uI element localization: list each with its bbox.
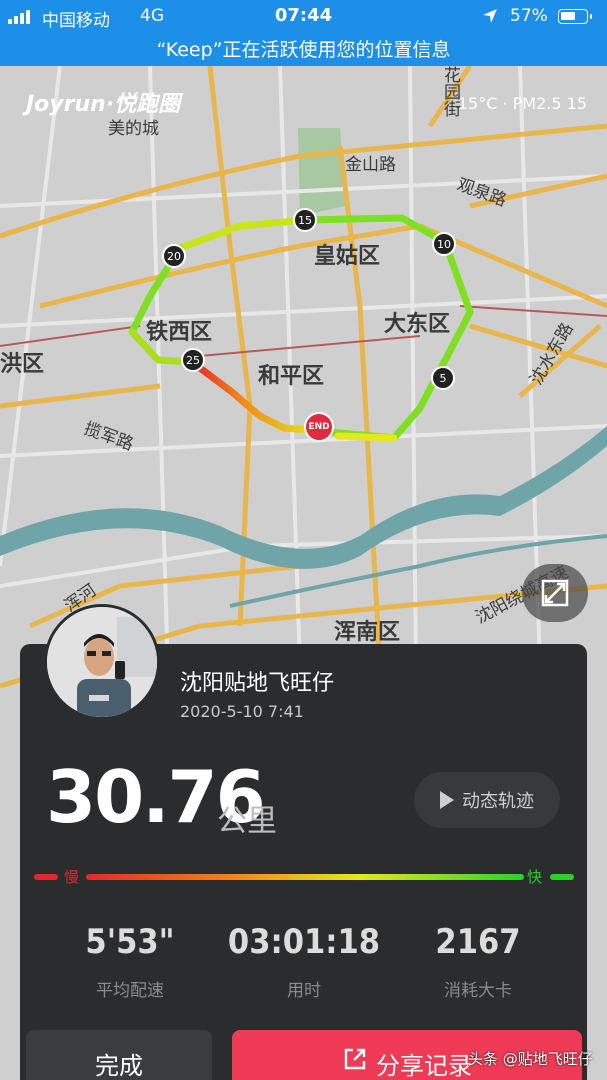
calories-label: 消耗大卡 [444, 981, 512, 1001]
route-end-marker: END [304, 412, 334, 442]
map-label-meide: 美的城 [108, 119, 159, 139]
done-button[interactable]: 完成 [26, 1030, 212, 1080]
km-marker-25: 25 [181, 348, 205, 372]
run-datetime: 2020-5-10 7:41 [180, 702, 304, 721]
map-label-hong: 洪区 [0, 352, 45, 377]
stat-calories: 2167 消耗大卡 [388, 922, 568, 1001]
fullscreen-button[interactable] [522, 564, 588, 622]
speed-slow-label: 慢 [64, 868, 80, 886]
location-banner[interactable]: “Keep”正在活跃使用您的位置信息 [0, 35, 607, 62]
km-marker-20: 20 [162, 244, 186, 268]
battery-percent: 57% [510, 6, 548, 26]
duration-label: 用时 [287, 981, 321, 1001]
expand-icon [541, 579, 569, 607]
pace-value: 5'53" [85, 922, 175, 962]
play-icon [440, 791, 454, 809]
map-label-huayuan: 花园街 [440, 66, 460, 117]
status-bar: 中国移动 4G 07:44 57% “Keep”正在活跃使用您的位置信息 [0, 0, 607, 66]
map-label-dadong: 大东区 [384, 312, 451, 337]
calories-value: 2167 [435, 922, 521, 962]
map-label-hunnan: 浑南区 [334, 620, 401, 645]
speed-fast-label: 快 [527, 868, 543, 886]
location-arrow-icon [483, 9, 497, 23]
map-label-tiexi: 铁西区 [146, 320, 213, 345]
stat-duration: 03:01:18 用时 [214, 922, 394, 1001]
km-marker-10: 10 [432, 232, 456, 256]
km-marker-15: 15 [293, 208, 317, 232]
pace-label: 平均配速 [96, 981, 164, 1001]
username: 沈阳贴地飞旺仔 [180, 671, 335, 696]
share-label: 分享记录 [376, 1052, 472, 1080]
watermark: 头条 @贴地飞旺仔 [468, 1050, 593, 1068]
avatar[interactable] [44, 604, 160, 720]
share-icon [344, 1048, 366, 1070]
user-photo [47, 607, 157, 717]
km-marker-5: 5 [431, 366, 455, 390]
speed-legend-bar [34, 874, 574, 882]
map-label-huanggu: 皇姑区 [314, 244, 381, 269]
duration-value: 03:01:18 [227, 922, 381, 962]
weather-info: 15°C · PM2.5 15 [457, 94, 587, 113]
stat-pace: 5'53" 平均配速 [40, 922, 220, 1001]
replay-label: 动态轨迹 [462, 791, 534, 812]
map-label-heping: 和平区 [258, 364, 325, 389]
map-label-jinshan: 金山路 [345, 155, 396, 175]
replay-track-button[interactable]: 动态轨迹 [414, 772, 560, 828]
distance-unit: 公里 [217, 804, 277, 839]
battery-icon [558, 9, 592, 24]
